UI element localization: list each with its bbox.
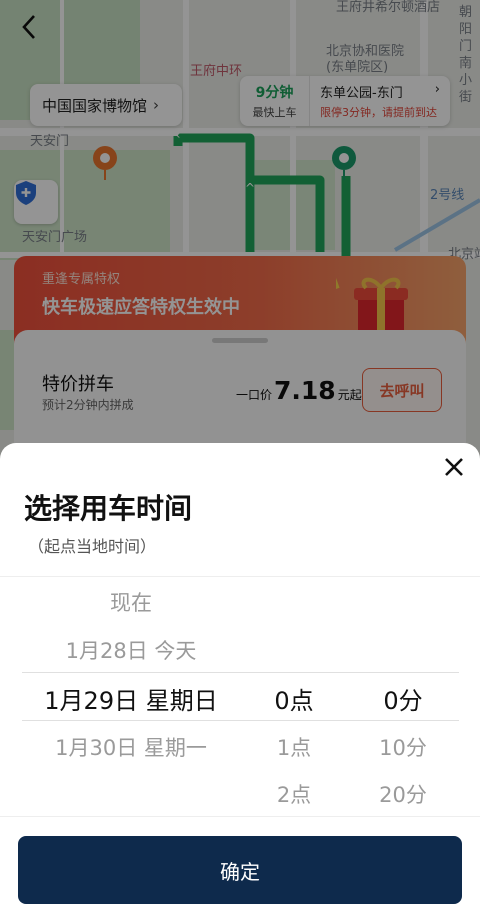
divider xyxy=(0,816,480,817)
minute-option-selected[interactable]: 0分 xyxy=(383,681,422,716)
date-option[interactable]: 1月30日 星期一 xyxy=(55,732,207,762)
minute-option[interactable]: 10分 xyxy=(379,732,427,762)
hour-option-selected[interactable]: 0点 xyxy=(274,681,313,716)
date-option-selected[interactable]: 1月29日 星期日 xyxy=(44,681,217,716)
sheet-title: 选择用车时间 xyxy=(24,492,193,525)
divider xyxy=(0,576,480,577)
close-button[interactable] xyxy=(438,453,470,485)
time-picker-sheet: 选择用车时间 （起点当地时间） 现在 1月28日 今天 1月29日 星期日 1月… xyxy=(0,443,480,921)
date-option[interactable]: 现在 xyxy=(110,587,152,617)
date-option[interactable]: 1月28日 今天 xyxy=(66,635,197,665)
selection-line-top xyxy=(22,672,459,673)
minute-option[interactable]: 20分 xyxy=(379,779,427,809)
hour-option[interactable]: 2点 xyxy=(277,779,311,809)
sheet-note: （起点当地时间） xyxy=(28,537,157,556)
confirm-button[interactable]: 确定 xyxy=(18,836,462,904)
close-icon xyxy=(444,457,464,481)
selection-line-bottom xyxy=(22,720,459,721)
hour-option[interactable]: 1点 xyxy=(277,732,311,762)
